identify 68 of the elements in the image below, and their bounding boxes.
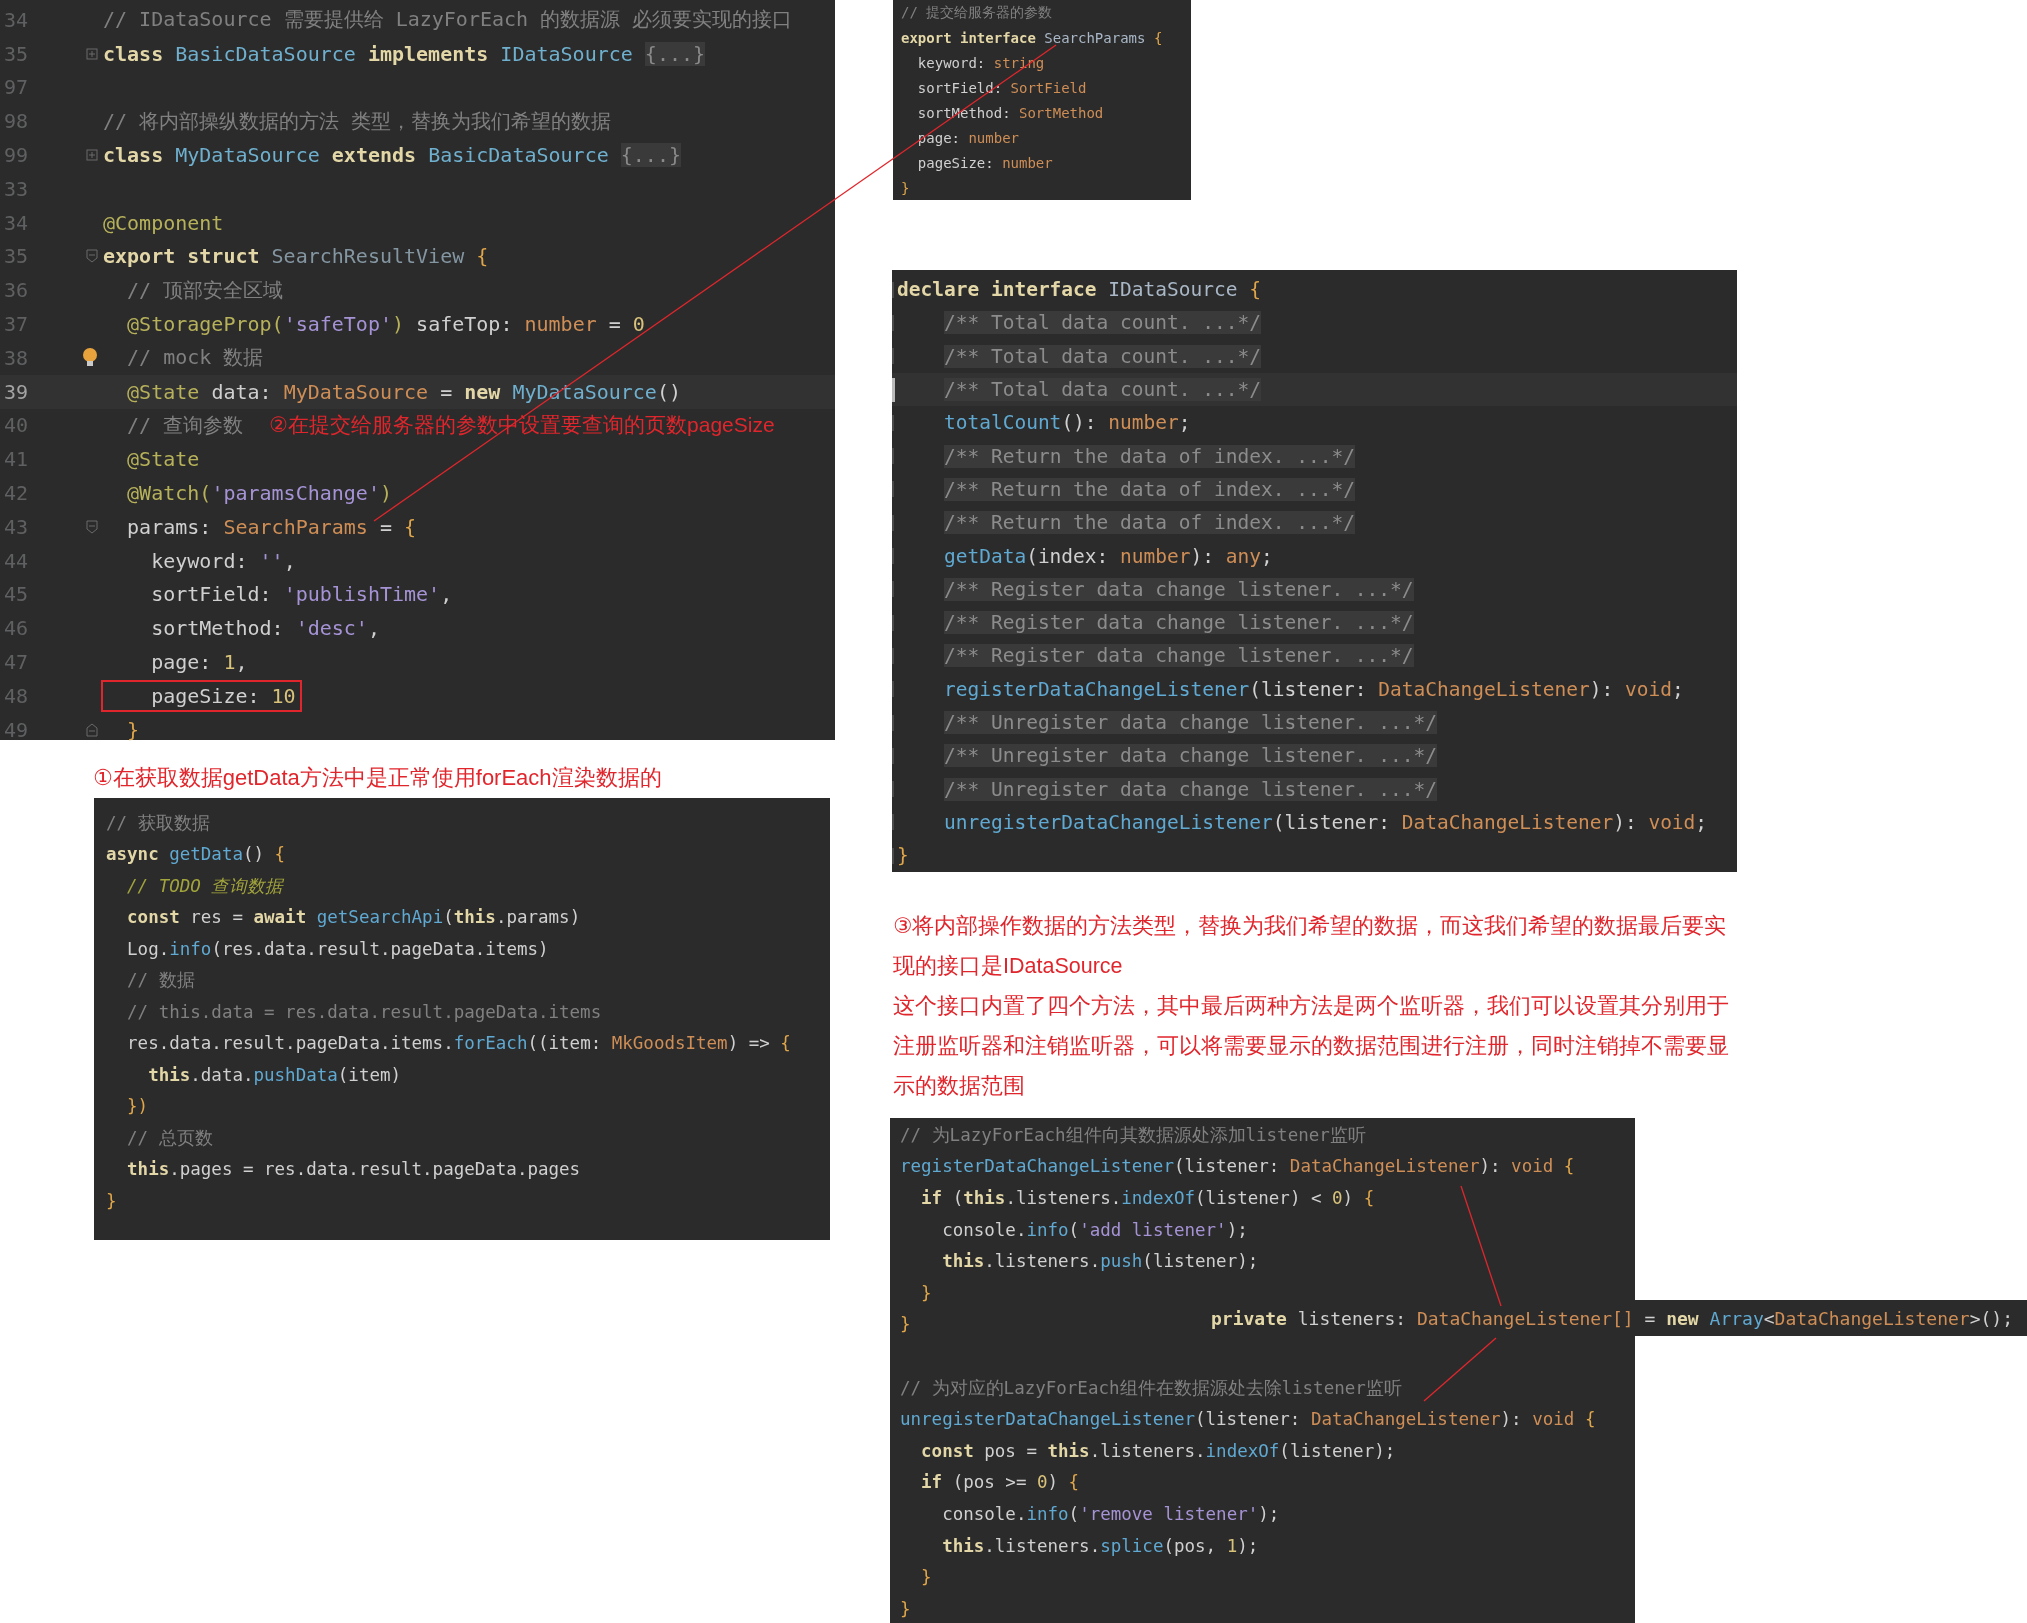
code-line: } <box>920 1281 933 1305</box>
code-line: this.listeners.splice(pos, 1); <box>941 1534 1260 1558</box>
lightbulb-icon[interactable] <box>82 347 98 368</box>
code-line: getData(index: number): any; <box>942 543 1274 570</box>
code-line: // 提交给服务器的参数 <box>900 2 1054 22</box>
code-line: // IDataSource 需要提供给 LazyForEach 的数据源 必须要实现的接口 <box>102 6 794 34</box>
code-line: page: number <box>916 128 1020 148</box>
fold-plus-icon[interactable] <box>86 46 98 61</box>
code-line: // 数据 <box>126 969 196 993</box>
code-line: totalCount(): number; <box>942 410 1192 437</box>
code-line: if (this.listeners.indexOf(listener) < 0) { <box>920 1187 1376 1210</box>
code-line: // 总页数 <box>126 1126 214 1150</box>
code-line: @Component <box>102 209 225 237</box>
code-line: keyword: '', <box>150 547 297 575</box>
code-line: console.info('add listener'); <box>941 1218 1249 1242</box>
code-line: pageSize: number <box>916 153 1054 173</box>
code-line: res.data.result.pageData.items.forEach((item: MkGoodsItem) => { <box>126 1032 792 1056</box>
code-line: const pos = this.listeners.indexOf(listener); <box>920 1439 1397 1463</box>
code-line: @Watch('paramsChange') <box>126 480 393 508</box>
code-line: // 获取数据 <box>105 811 211 835</box>
code-line: declare interface IDataSource { <box>896 277 1262 304</box>
code-line: }) <box>126 1095 150 1119</box>
code-line: if (pos >= 0) { <box>920 1471 1081 1495</box>
fold-open-icon[interactable] <box>86 519 98 534</box>
fold-close-icon[interactable] <box>86 722 98 737</box>
code-line: registerDataChangeListener(listener: DataChangeListener): void; <box>942 676 1685 703</box>
code-line: registerDataChangeListener(listener: DataChangeListener): void { <box>899 1155 1576 1179</box>
code-line: console.info('remove listener'); <box>941 1502 1281 1526</box>
code-line: @State <box>126 446 201 474</box>
code-line: } <box>900 178 911 198</box>
code-line: // mock 数据 <box>126 344 265 372</box>
code-line: export struct SearchResultView { <box>102 243 490 271</box>
code-line: class MyDataSource extends BasicDataSource {...} <box>102 142 682 170</box>
code-line: sortMethod: 'desc', <box>150 615 381 643</box>
code-line: page: 1, <box>150 649 249 677</box>
code-line: // TODO 查询数据 <box>126 874 285 898</box>
code-line: @StorageProp('safeTop') safeTop: number = 0 <box>126 311 646 339</box>
annotation-text: 这个接口内置了四个方法，其中最后两种方法是两个监听器，我们可以设置其分别用于注册监听器和注销监听器，可以将需要显示的数据范围进行注册，同时注销掉不需要显示的数据范围 <box>893 993 1730 1100</box>
code-line: } <box>105 1189 118 1213</box>
code-line: private listeners: DataChangeListener[] = new Array<DataChangeListener>(); <box>1210 1306 2014 1331</box>
annotation-text: ③将内部操作数据的方法类型，替换为我们希望的数据，而这我们希望的数据最后要实现的接口是IDataSource <box>893 913 1728 980</box>
code-line: Log.info(res.data.result.pageData.items) <box>126 937 550 961</box>
fold-open-icon[interactable] <box>86 249 98 264</box>
code-line: } <box>126 716 141 744</box>
code-line: // this.data = res.data.result.pageData.items <box>126 1000 603 1024</box>
code-line: params: SearchParams = { <box>126 513 418 541</box>
code-line: // 为对应的LazyForEach组件在数据源处去除listener监听 <box>899 1376 1403 1400</box>
code-line: class BasicDataSource implements IDataSource {...} <box>102 40 707 68</box>
code-line: this.pages = res.data.result.pageData.pages <box>126 1158 582 1182</box>
code-line: // 为LazyForEach组件向其数据源处添加listener监听 <box>899 1123 1367 1147</box>
code-line: async getData() { <box>105 843 287 867</box>
code-line: sortField: 'publishTime', <box>150 581 454 609</box>
code-line: } <box>899 1597 912 1621</box>
code-line: } <box>899 1313 912 1337</box>
code-line: const res = await getSearchApi(this.params) <box>126 906 582 930</box>
code-line: unregisterDataChangeListener(listener: DataChangeListener): void { <box>899 1408 1597 1432</box>
code-line: unregisterDataChangeListener(listener: DataChangeListener): void; <box>942 809 1709 836</box>
code-line: export interface SearchParams { <box>900 28 1164 48</box>
code-line: } <box>896 843 910 870</box>
code-line: this.listeners.push(listener); <box>941 1250 1260 1274</box>
fold-plus-icon[interactable] <box>86 148 98 163</box>
code-line: // 查询参数 <box>126 411 245 439</box>
code-line: this.data.pushData(item) <box>147 1063 403 1087</box>
code-line: } <box>920 1566 933 1590</box>
code-line: // 将内部操纵数据的方法 类型，替换为我们希望的数据 <box>102 107 613 135</box>
line-number: 39 <box>3 379 30 404</box>
annotation-text: ①在获取数据getData方法中是正常使用forEach渲染数据的 <box>93 764 662 792</box>
code-line: // 顶部安全区域 <box>126 276 285 304</box>
